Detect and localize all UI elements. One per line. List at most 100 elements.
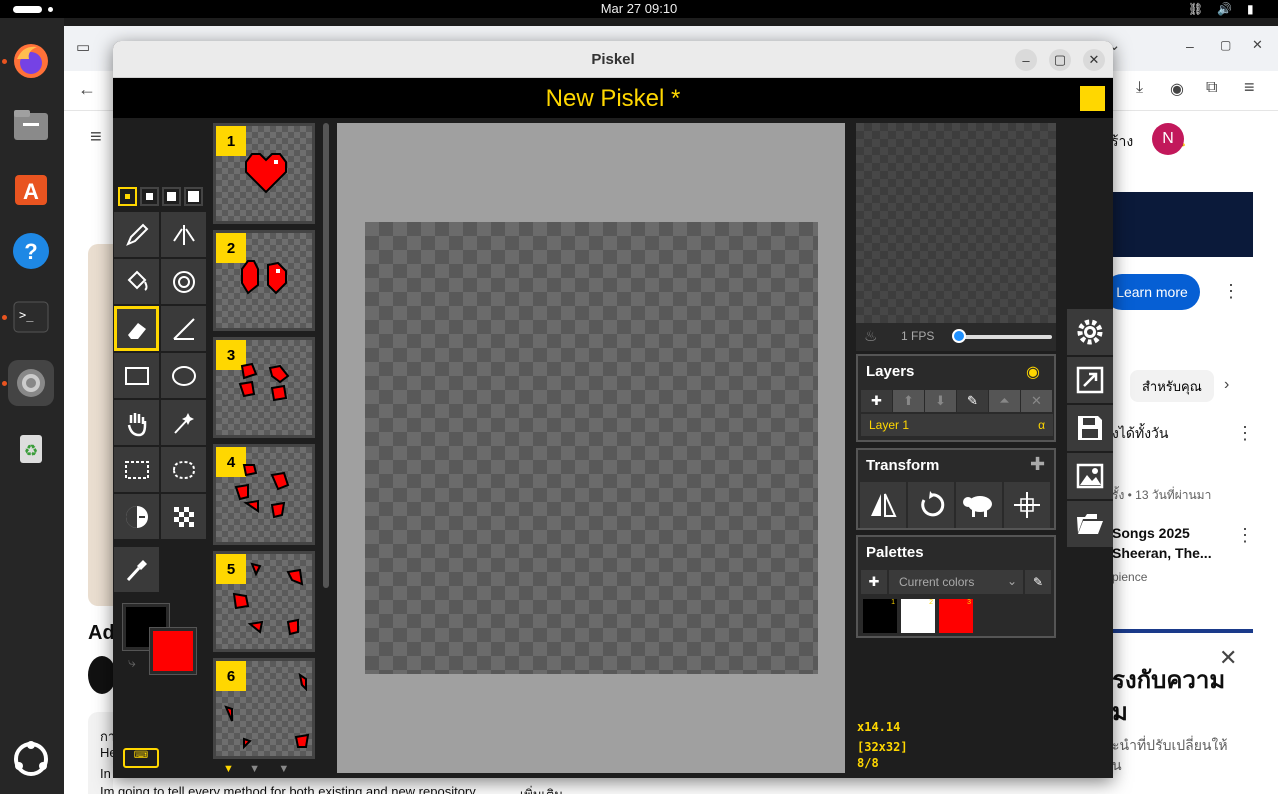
window-titlebar[interactable]: Piskel – ▢ ✕ [113, 41, 1113, 78]
color-picker-icon[interactable] [114, 547, 159, 592]
document-title[interactable]: New Piskel * [113, 85, 1113, 113]
frames-scroll-arrows[interactable]: ▼ ▼ ▼ [223, 763, 289, 775]
mirror-pen-icon[interactable] [161, 212, 206, 257]
export-image-icon[interactable] [1067, 453, 1113, 499]
trash-icon[interactable]: ♻ [8, 424, 54, 470]
more-icon[interactable]: ⋮ [1236, 525, 1254, 546]
lighten-tool-icon[interactable] [114, 494, 159, 539]
edit-palette-icon[interactable]: ✎ [1025, 570, 1051, 594]
terminal-icon[interactable]: >_ [8, 294, 54, 340]
center-icon[interactable] [1004, 482, 1050, 528]
app-center-icon[interactable]: A [8, 164, 54, 210]
clock[interactable]: Mar 27 09:10 [0, 1, 1278, 16]
animation-preview[interactable] [856, 123, 1056, 323]
learn-more-button[interactable]: Learn more [1104, 274, 1200, 310]
paint-bucket-icon[interactable] [114, 259, 159, 304]
files-icon[interactable] [8, 102, 54, 148]
frame-thumbnail[interactable]: 6 [213, 658, 315, 759]
chip-for-you[interactable]: สำหรับคุณ [1130, 370, 1214, 402]
rectangle-select-icon[interactable] [114, 447, 159, 492]
hamburger-icon[interactable]: ≡ [90, 126, 102, 149]
rectangle-tool-icon[interactable] [114, 353, 159, 398]
flip-icon[interactable] [860, 482, 906, 528]
pen-tool-icon[interactable] [114, 212, 159, 257]
chevron-right-icon[interactable]: › [1224, 376, 1229, 394]
pen-size-1[interactable] [118, 187, 137, 206]
piskel-logo[interactable] [1080, 86, 1105, 111]
move-layer-down-icon[interactable]: ⬇ [925, 390, 956, 412]
menu-icon[interactable]: ≡ [1244, 77, 1255, 98]
shape-select-icon[interactable] [161, 400, 206, 445]
paint-same-color-icon[interactable] [161, 259, 206, 304]
channel-avatar[interactable] [88, 656, 116, 694]
eye-icon[interactable]: ◉ [1026, 362, 1040, 382]
open-folder-icon[interactable] [1067, 501, 1113, 547]
pen-size-3[interactable] [162, 187, 181, 206]
maximize-icon[interactable]: ▢ [1220, 38, 1231, 52]
merge-layer-icon[interactable]: ⏶ [989, 390, 1020, 412]
stroke-tool-icon[interactable] [161, 306, 206, 351]
dithering-tool-icon[interactable] [161, 494, 206, 539]
battery-icon[interactable]: ▮ [1247, 2, 1254, 16]
extensions-icon[interactable]: ⧉ [1206, 79, 1217, 97]
add-palette-icon[interactable]: ✚ [861, 570, 887, 594]
video-title[interactable]: งได้ทั้งวัน [1112, 423, 1168, 445]
palette-swatch-white[interactable]: 2 [901, 599, 935, 633]
fps-slider[interactable] [954, 335, 1052, 339]
volume-icon[interactable]: 🔊 [1217, 2, 1232, 16]
downloads-icon[interactable]: ⤓ [1136, 79, 1143, 97]
secondary-color-swatch[interactable] [149, 627, 197, 675]
promo-banner[interactable] [1112, 192, 1253, 257]
drawing-canvas[interactable] [365, 222, 818, 674]
show-apps-icon[interactable] [8, 736, 54, 782]
rotate-icon[interactable] [908, 482, 954, 528]
clone-sheep-icon[interactable] [956, 482, 1002, 528]
more-icon[interactable]: ⋮ [1236, 423, 1254, 444]
tab-overview-icon[interactable]: ▭ [76, 38, 90, 56]
move-layer-up-icon[interactable]: ⬆ [893, 390, 924, 412]
add-transform-icon[interactable]: ✚ [1030, 454, 1045, 475]
frame-thumbnail[interactable]: 3 [213, 337, 315, 438]
close-icon[interactable]: ✕ [1252, 37, 1263, 53]
account-icon[interactable]: ◉ [1170, 79, 1184, 99]
save-icon[interactable] [1067, 405, 1113, 451]
lasso-select-icon[interactable] [161, 447, 206, 492]
palette-select[interactable]: Current colors ⌄ [889, 570, 1023, 594]
back-icon[interactable]: ← [78, 79, 96, 100]
onion-skin-icon[interactable]: ♨ [864, 327, 877, 345]
video-player-edge[interactable] [88, 244, 113, 606]
frame-thumbnail[interactable]: 2 [213, 230, 315, 331]
delete-layer-icon[interactable]: ✕ [1021, 390, 1052, 412]
minimize-button[interactable]: – [1015, 49, 1037, 71]
edit-layer-icon[interactable]: ✎ [957, 390, 988, 412]
move-hand-icon[interactable] [114, 400, 159, 445]
fps-slider-knob[interactable] [952, 329, 966, 343]
pen-size-2[interactable] [140, 187, 159, 206]
avatar[interactable]: N [1152, 123, 1184, 155]
network-icon[interactable]: ⛓ [1188, 2, 1203, 16]
circle-tool-icon[interactable] [161, 353, 206, 398]
add-layer-icon[interactable]: ✚ [861, 390, 892, 412]
palette-swatch-black[interactable]: 1 [863, 599, 897, 633]
video-title[interactable]: Songs 2025 [1112, 525, 1190, 541]
eraser-tool-icon[interactable] [114, 306, 159, 351]
keyboard-icon[interactable]: ⌨ [123, 748, 159, 768]
show-more-link[interactable]: ...เพิ่มเติม [509, 784, 563, 794]
frame-thumbnail[interactable]: 5 [213, 551, 315, 652]
minimize-icon[interactable]: – [1186, 38, 1194, 54]
maximize-button[interactable]: ▢ [1049, 49, 1071, 71]
close-button[interactable]: ✕ [1083, 49, 1105, 71]
layer-row[interactable]: Layer 1 α [861, 414, 1053, 436]
more-icon[interactable]: ⋮ [1222, 281, 1240, 302]
video-title[interactable]: Sheeran, The... [1112, 545, 1212, 561]
resize-icon[interactable] [1067, 357, 1113, 403]
pen-size-4[interactable] [184, 187, 203, 206]
help-icon[interactable]: ? [8, 228, 54, 274]
swap-colors-icon[interactable]: ⤷ [128, 654, 136, 671]
settings-gear-icon[interactable] [1067, 309, 1113, 355]
frames-scrollbar[interactable] [323, 123, 329, 588]
frame-thumbnail[interactable]: 1 [213, 123, 315, 224]
layer-opacity[interactable]: α [1038, 418, 1045, 432]
create-label[interactable]: ร้าง [1111, 131, 1133, 153]
settings-icon[interactable] [8, 360, 54, 406]
